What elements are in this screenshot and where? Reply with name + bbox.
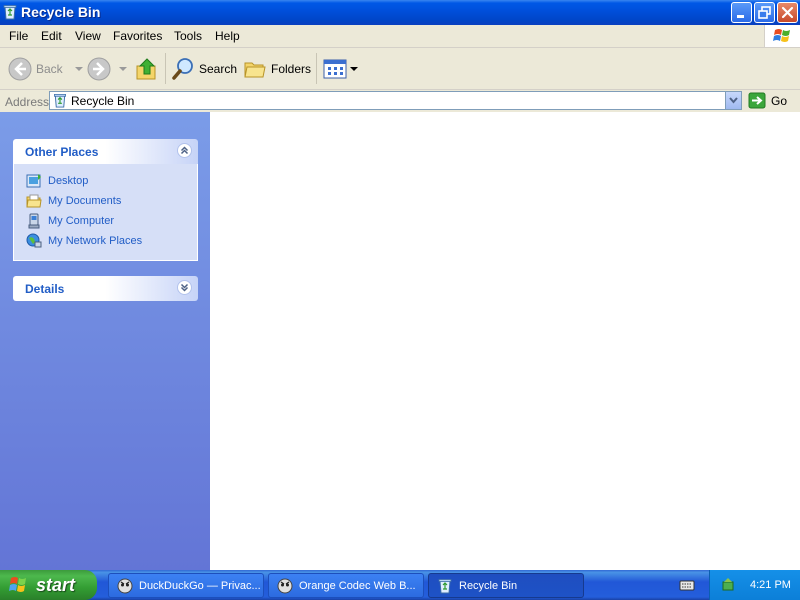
folders-button[interactable]: Folders (243, 48, 311, 89)
title-bar[interactable]: Recycle Bin (0, 0, 800, 25)
back-label: Back (36, 61, 63, 76)
minimize-icon (737, 15, 744, 18)
up-folder-button[interactable] (135, 48, 159, 89)
chevron-down-icon (350, 66, 358, 71)
address-label: Address (5, 95, 50, 109)
taskbar-item-recycle-bin[interactable]: Recycle Bin (428, 573, 584, 598)
views-icon (323, 59, 347, 78)
restore-icon (758, 6, 771, 19)
details-title: Details (25, 282, 65, 296)
taskbar-item-label: DuckDuckGo — Privac... (139, 579, 261, 592)
recycle-bin-icon (54, 94, 66, 108)
browser-icon (277, 578, 293, 593)
address-dropdown-button[interactable] (725, 92, 741, 109)
forward-button[interactable] (87, 48, 129, 89)
chevron-down-icon[interactable] (73, 64, 85, 74)
place-label: My Computer (48, 215, 115, 227)
desktop-icon (26, 174, 41, 188)
menu-help[interactable]: Help (215, 29, 240, 43)
expand-button[interactable] (177, 280, 192, 295)
close-icon (781, 6, 794, 19)
place-my-network-places[interactable]: My Network Places (26, 232, 142, 250)
other-places-header[interactable]: Other Places (13, 139, 198, 164)
place-my-computer[interactable]: My Computer (26, 212, 114, 230)
taskbar-item-label: Orange Codec Web B... (299, 579, 416, 592)
restore-button[interactable] (754, 2, 775, 23)
minimize-button[interactable] (731, 2, 752, 23)
details-header[interactable]: Details (13, 276, 198, 301)
address-value: Recycle Bin (71, 94, 135, 108)
system-tray: 4:21 PM (709, 570, 800, 600)
menu-view[interactable]: View (75, 29, 101, 43)
chevron-up-double-icon (180, 146, 189, 155)
windows-logo (764, 25, 800, 47)
search-button[interactable]: Search (171, 48, 237, 89)
recycle-bin-icon (438, 578, 452, 593)
go-arrow-icon (748, 92, 766, 109)
place-label: My Documents (48, 195, 122, 207)
window-title: Recycle Bin (21, 4, 101, 20)
menu-bar: File Edit View Favorites Tools Help (0, 25, 800, 48)
forward-arrow-icon (87, 57, 111, 80)
recycle-bin-icon (3, 5, 17, 20)
place-label: Desktop (48, 175, 89, 187)
collapse-button[interactable] (177, 143, 192, 158)
back-arrow-icon (8, 57, 32, 80)
other-places-title: Other Places (25, 145, 99, 159)
taskbar-item-orange-codec[interactable]: Orange Codec Web B... (268, 573, 424, 598)
go-label: Go (771, 93, 788, 108)
menu-tools[interactable]: Tools (174, 29, 202, 43)
search-label: Search (199, 61, 238, 76)
other-places-list: Desktop My Documents My Computer My Netw… (13, 164, 198, 261)
up-folder-icon (136, 57, 156, 79)
taskbar: start DuckDuckGo — Privac... Orange Code… (0, 570, 800, 600)
menu-file[interactable]: File (9, 29, 28, 43)
toolbar: Back Search Folders (0, 48, 800, 90)
place-my-documents[interactable]: My Documents (26, 192, 121, 210)
go-button[interactable]: Go (748, 91, 787, 110)
folders-icon (244, 62, 266, 77)
back-button[interactable]: Back (8, 48, 85, 89)
place-desktop[interactable]: Desktop (26, 172, 88, 190)
duckduckgo-icon (117, 578, 133, 593)
close-button[interactable] (777, 2, 798, 23)
computer-icon (28, 213, 40, 229)
taskbar-item-duckduckgo[interactable]: DuckDuckGo — Privac... (108, 573, 264, 598)
menu-edit[interactable]: Edit (41, 29, 62, 43)
taskbar-item-label: Recycle Bin (459, 579, 518, 592)
keyboard-icon[interactable] (679, 577, 695, 593)
folders-label: Folders (271, 61, 312, 76)
safely-remove-hardware-icon[interactable] (720, 577, 736, 593)
folder-documents-icon (26, 194, 42, 208)
views-button[interactable] (323, 48, 359, 89)
address-bar: Address Recycle Bin Go (0, 90, 800, 113)
start-button[interactable]: start (0, 570, 97, 600)
place-label: My Network Places (48, 235, 143, 247)
search-icon (172, 57, 193, 80)
start-label: start (36, 574, 76, 595)
chevron-down-double-icon (180, 283, 189, 292)
windows-flag-icon (773, 29, 790, 42)
chevron-down-icon[interactable] (117, 64, 129, 74)
chevron-down-icon (729, 97, 738, 104)
address-input[interactable]: Recycle Bin (49, 91, 742, 110)
clock[interactable]: 4:21 PM (750, 579, 791, 591)
file-list-area[interactable] (210, 112, 800, 570)
network-icon (26, 233, 42, 248)
windows-flag-icon (9, 577, 26, 592)
menu-favorites[interactable]: Favorites (113, 29, 162, 43)
